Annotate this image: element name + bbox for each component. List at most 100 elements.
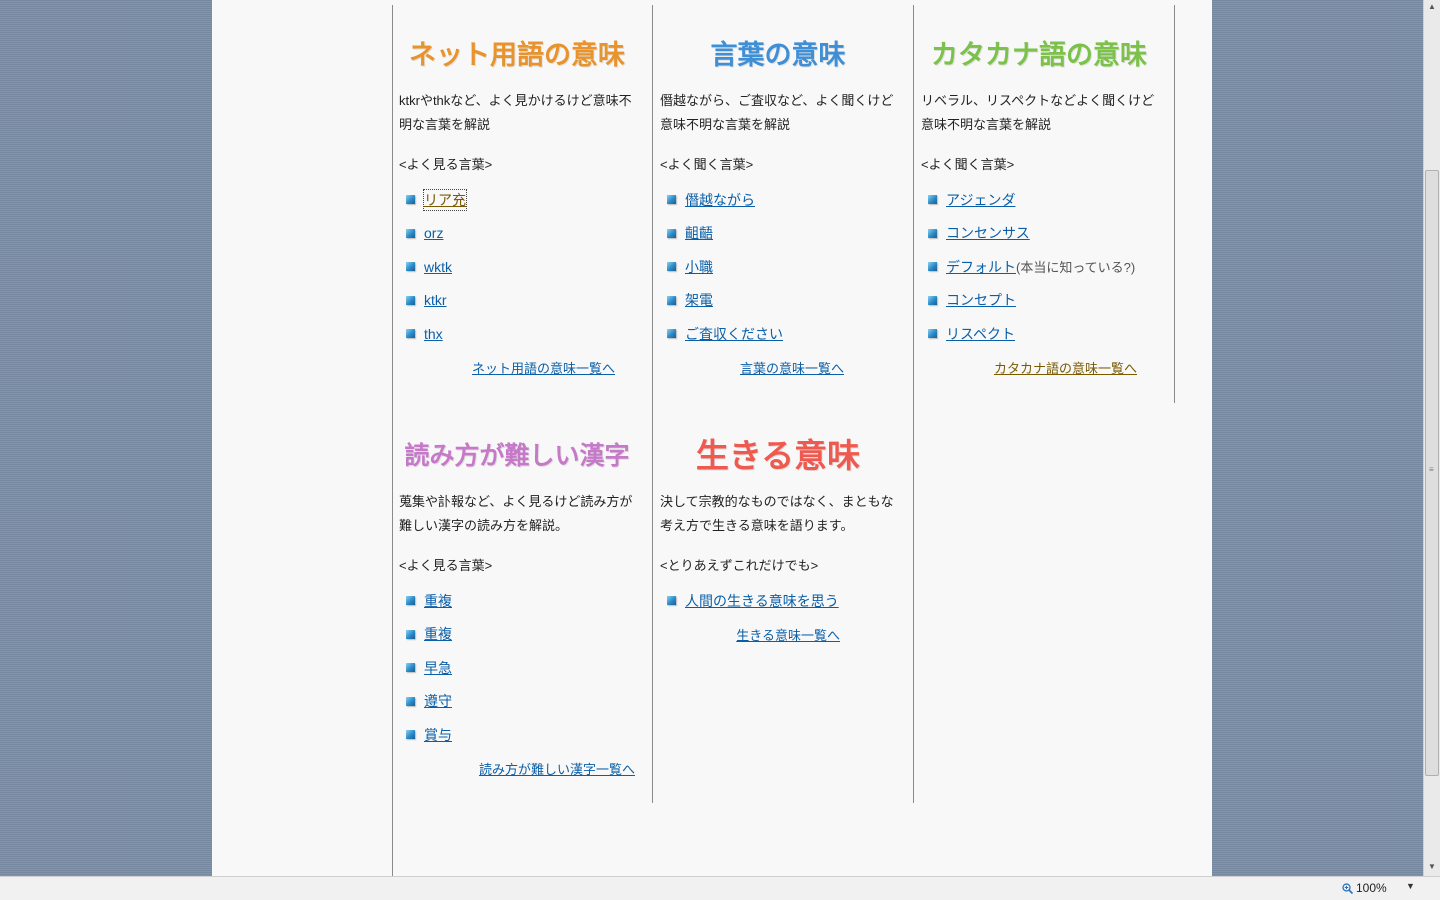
- bullet-icon: [406, 195, 415, 205]
- list-item: ktkr: [406, 284, 645, 318]
- word-link[interactable]: 遵守: [424, 691, 452, 711]
- word-link[interactable]: コンセプト: [946, 290, 1016, 310]
- column-divider-right-full: [913, 5, 914, 803]
- bullet-icon: [406, 696, 415, 706]
- item-note: (本当に知っている?): [1016, 260, 1136, 276]
- bullet-icon: [667, 262, 676, 272]
- bullet-icon: [667, 228, 676, 238]
- section-subheading: <よく見る言葉>: [399, 157, 493, 172]
- zoom-control[interactable]: 100%: [1342, 881, 1387, 895]
- bullet-icon: [928, 329, 937, 339]
- word-link[interactable]: 早急: [424, 658, 452, 678]
- word-link[interactable]: アジェンダ: [946, 190, 1015, 210]
- word-link[interactable]: 重複: [424, 624, 452, 644]
- list-item: wktk: [406, 250, 645, 284]
- section-title: カタカナ語の意味: [931, 40, 1147, 70]
- list-item: リスペクト: [928, 317, 1167, 351]
- status-bar: 100% ▼: [0, 876, 1440, 900]
- list-item: アジェンダ: [928, 183, 1167, 217]
- chevron-down-icon[interactable]: ▼: [1406, 881, 1415, 891]
- zoom-icon: [1342, 882, 1353, 894]
- list-item: 小職: [667, 250, 906, 284]
- word-list: 重複 重複 早急 遵守 賞与: [395, 584, 645, 752]
- section-difficult-kanji: 読み方が難しい漢字 蒐集や訃報など、よく見るけど読み方が難しい漢字の読み方を解説…: [395, 432, 645, 780]
- word-link[interactable]: 人間の生きる意味を思う: [685, 591, 839, 611]
- section-description: リベラル、リスペクトなどよく聞くけど意味不明な言葉を解説: [921, 93, 1155, 132]
- bullet-icon: [928, 228, 937, 238]
- word-link[interactable]: デフォルト: [946, 257, 1016, 277]
- scroll-up-icon[interactable]: ▲: [1424, 0, 1440, 14]
- scroll-down-icon[interactable]: ▼: [1424, 860, 1440, 874]
- column-divider-middle: [652, 5, 653, 803]
- word-link[interactable]: 僭越ながら: [685, 190, 755, 210]
- word-link[interactable]: ご査収ください: [685, 324, 783, 344]
- list-item: thx: [406, 317, 645, 351]
- column-divider-right-top: [1174, 5, 1175, 403]
- bullet-icon: [667, 295, 676, 305]
- bullet-icon: [928, 195, 937, 205]
- section-meaning-of-life: 生きる意味 決して宗教的なものではなく、まともな考え方で生きる意味を語ります。 …: [656, 432, 906, 646]
- word-link[interactable]: wktk: [424, 259, 452, 275]
- vertical-scrollbar[interactable]: ▲ ≡ ▼: [1423, 0, 1440, 876]
- list-item: 齟齬: [667, 217, 906, 251]
- section-description: ktkrやthkなど、よく見かけるけど意味不明な言葉を解説: [399, 93, 632, 132]
- section-subheading: <よく聞く言葉>: [660, 157, 754, 172]
- bullet-icon: [406, 329, 415, 339]
- more-link[interactable]: ネット用語の意味一覧へ: [395, 359, 615, 379]
- section-subheading: <よく聞く言葉>: [921, 157, 1015, 172]
- word-link[interactable]: コンセンサス: [946, 223, 1030, 243]
- word-link[interactable]: 齟齬: [685, 223, 713, 243]
- bullet-icon: [406, 295, 415, 305]
- list-item: ご査収ください: [667, 317, 906, 351]
- section-words: 言葉の意味 僭越ながら、ご査収など、よく聞くけど意味不明な言葉を解説 <よく聞く…: [656, 31, 906, 379]
- section-subheading: <よく見る言葉>: [399, 558, 493, 573]
- list-item: 架電: [667, 284, 906, 318]
- list-item: 重複: [406, 618, 645, 652]
- list-item: 人間の生きる意味を思う: [667, 584, 906, 618]
- list-item: 重複: [406, 584, 645, 618]
- section-title: 生きる意味: [695, 437, 861, 474]
- section-subheading: <とりあえずこれだけでも>: [660, 558, 819, 573]
- bullet-icon: [406, 730, 415, 740]
- bullet-icon: [928, 262, 937, 272]
- list-item: 僭越ながら: [667, 183, 906, 217]
- section-description: 僭越ながら、ご査収など、よく聞くけど意味不明な言葉を解説: [660, 93, 894, 132]
- section-description: 決して宗教的なものではなく、まともな考え方で生きる意味を語ります。: [660, 494, 894, 533]
- word-link[interactable]: thx: [424, 326, 443, 342]
- grip-icon: ≡: [1429, 465, 1434, 474]
- page-content: ネット用語の意味 ktkrやthkなど、よく見かけるけど意味不明な言葉を解説 <…: [212, 0, 1212, 876]
- bullet-icon: [406, 262, 415, 272]
- bullet-icon: [406, 663, 415, 673]
- list-item: コンセンサス: [928, 217, 1167, 251]
- section-title: 言葉の意味: [710, 40, 846, 70]
- word-link[interactable]: リスペクト: [946, 324, 1015, 344]
- section-title: 読み方が難しい漢字: [404, 442, 630, 470]
- more-link[interactable]: カタカナ語の意味一覧へ: [917, 359, 1137, 379]
- bullet-icon: [667, 195, 676, 205]
- list-item: orz: [406, 217, 645, 251]
- bullet-icon: [667, 596, 676, 606]
- list-item: 遵守: [406, 685, 645, 719]
- section-net-slang: ネット用語の意味 ktkrやthkなど、よく見かけるけど意味不明な言葉を解説 <…: [395, 31, 645, 379]
- bullet-icon: [928, 295, 937, 305]
- more-link[interactable]: 言葉の意味一覧へ: [656, 359, 844, 379]
- word-link[interactable]: 架電: [685, 290, 713, 310]
- word-link[interactable]: ktkr: [424, 292, 447, 308]
- word-link[interactable]: 重複: [424, 591, 452, 611]
- word-link[interactable]: 小職: [685, 257, 713, 277]
- list-item: コンセプト: [928, 284, 1167, 318]
- word-link[interactable]: orz: [424, 225, 443, 241]
- word-link[interactable]: リア充: [423, 188, 467, 211]
- word-link[interactable]: 賞与: [424, 725, 452, 745]
- more-link[interactable]: 生きる意味一覧へ: [656, 626, 840, 646]
- section-katakana: カタカナ語の意味 リベラル、リスペクトなどよく聞くけど意味不明な言葉を解説 <よ…: [917, 31, 1167, 379]
- word-list: 人間の生きる意味を思う: [656, 584, 906, 618]
- section-description: 蒐集や訃報など、よく見るけど読み方が難しい漢字の読み方を解説。: [399, 494, 633, 533]
- column-divider-left: [392, 5, 393, 876]
- list-item: リア充: [406, 183, 645, 217]
- scrollbar-thumb[interactable]: ≡: [1425, 170, 1439, 776]
- more-link[interactable]: 読み方が難しい漢字一覧へ: [395, 760, 635, 780]
- list-item: 早急: [406, 651, 645, 685]
- bullet-icon: [406, 228, 415, 238]
- word-list: アジェンダ コンセンサス デフォルト (本当に知っている?) コンセプト リスペク…: [917, 183, 1167, 351]
